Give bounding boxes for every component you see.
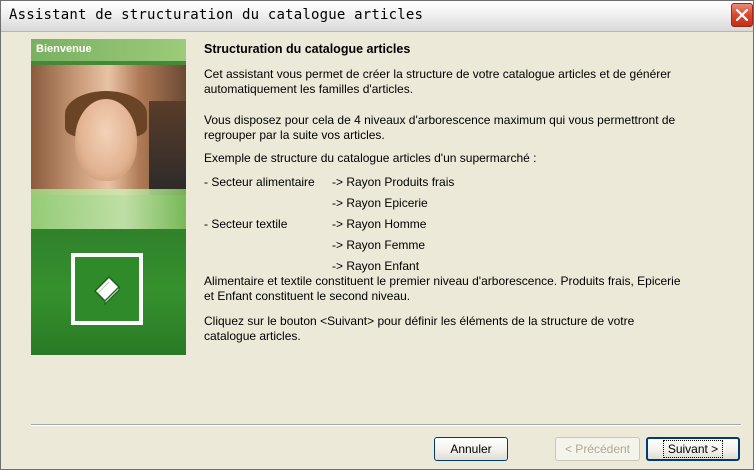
title-bar: Assistant de structuration du catalogue … [1, 1, 753, 32]
tree-row-3-right: -> Rayon Homme [332, 217, 427, 231]
banner-icon-frame [71, 253, 143, 325]
tree-row-1-left: - Secteur alimentaire [204, 175, 315, 189]
levels-explanation-1: Alimentaire et textile constituent le pr… [204, 274, 681, 288]
welcome-banner: Bienvenue [31, 39, 186, 355]
example-caption: Exemple de structure du catalogue articl… [204, 151, 537, 165]
levels-explanation-2: et Enfant constituent le second niveau. [204, 289, 411, 303]
previous-button[interactable]: < Précédent [555, 437, 640, 461]
footer-divider [31, 424, 741, 426]
window-title: Assistant de structuration du catalogue … [9, 7, 424, 23]
levels-line-2: regrouper par la suite vos articles. [204, 128, 385, 142]
tree-row-2-right: -> Rayon Epicerie [332, 196, 428, 210]
tree-row-4-right: -> Rayon Femme [332, 238, 426, 252]
tree-row-3-left: - Secteur textile [204, 217, 288, 231]
previous-button-label: < Précédent [564, 442, 631, 456]
banner-photo [31, 65, 186, 195]
tree-row-1-right: -> Rayon Produits frais [332, 175, 455, 189]
instruction-line-2: catalogue articles. [204, 329, 301, 343]
banner-label: Bienvenue [36, 43, 92, 55]
next-button-label: Suivant > [662, 440, 724, 458]
close-button[interactable] [731, 3, 753, 27]
instruction-line-1: Cliquez sur le bouton <Suivant> pour déf… [204, 314, 635, 328]
cancel-button[interactable]: Annuler [434, 437, 508, 461]
tree-row-5-right: -> Rayon Enfant [332, 259, 420, 273]
intro-line-1: Cet assistant vous permet de créer la st… [204, 67, 671, 81]
wizard-window: Assistant de structuration du catalogue … [0, 0, 754, 470]
close-icon [736, 9, 748, 21]
next-button[interactable]: Suivant > [646, 437, 740, 461]
page-heading: Structuration du catalogue articles [204, 42, 411, 56]
cancel-button-label: Annuler [450, 442, 492, 456]
document-icon [93, 275, 121, 306]
levels-line-1: Vous disposez pour cela de 4 niveaux d'a… [204, 113, 676, 127]
intro-line-2: automatiquement les familles d'articles. [204, 82, 414, 96]
